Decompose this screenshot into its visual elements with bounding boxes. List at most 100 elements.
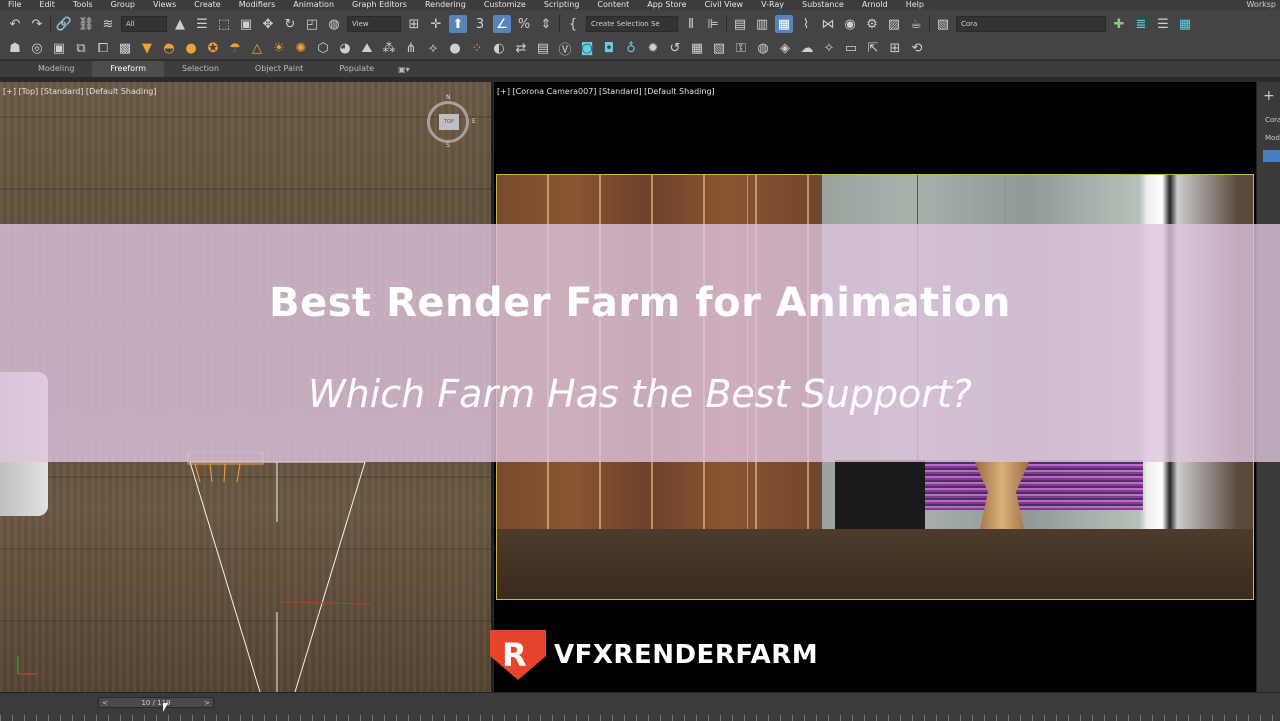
physical-camera-icon[interactable]: ◘ [600,40,618,58]
render-production-icon[interactable]: ☕ [907,15,925,33]
workspace-label[interactable]: Worksp [1246,0,1280,10]
paste-icon[interactable]: ⧠ [94,40,112,58]
tab-object-paint[interactable]: Object Paint [237,61,321,77]
sphere-light-icon[interactable]: ● [182,40,200,58]
camera-frustum[interactable] [180,452,380,692]
menu-substance[interactable]: Substance [794,0,854,10]
rect-selection-icon[interactable]: ⬚ [215,15,233,33]
named-selection-dropdown[interactable]: Create Selection Se [586,16,678,32]
tab-populate[interactable]: Populate [321,61,392,77]
rotate-icon[interactable]: ↻ [281,15,299,33]
bind-space-warp-icon[interactable]: ≋ [99,15,117,33]
percent-snap-icon[interactable]: % [515,15,533,33]
unlink-icon[interactable]: ⛓ [77,15,95,33]
menu-create[interactable]: Create [186,0,231,10]
menu-views[interactable]: Views [145,0,186,10]
stack-icon[interactable]: ☰ [1154,15,1172,33]
grey-sphere-icon[interactable]: ● [446,40,464,58]
menu-modifiers[interactable]: Modifiers [231,0,286,10]
plus-icon[interactable]: ✚ [1110,15,1128,33]
menu-edit[interactable]: Edit [31,0,65,10]
sun-icon[interactable]: ☀ [270,40,288,58]
multi-sphere-icon[interactable]: ⁘ [468,40,486,58]
time-prev-button[interactable]: < [102,699,108,707]
redo-icon[interactable]: ↷ [28,15,46,33]
camera-icon[interactable]: ◙ [578,40,596,58]
material-library-icon[interactable]: ◐ [490,40,508,58]
scene-explorer-icon[interactable]: ▤ [731,15,749,33]
lock-icon[interactable]: ⚿ [732,40,750,58]
camera-box-icon[interactable]: ▣ [50,40,68,58]
scatter-icon[interactable]: ⟡ [424,40,442,58]
timeline-ticks[interactable] [0,715,1280,721]
snaps-toggle-icon[interactable]: 3 [471,15,489,33]
teapot-icon[interactable]: ☗ [6,40,24,58]
menu-content[interactable]: Content [589,0,639,10]
ies-light-icon[interactable]: ☂ [226,40,244,58]
grid-icon[interactable]: ⊞ [886,40,904,58]
spotlight-icon[interactable]: ▼ [138,40,156,58]
link-icon[interactable]: 🔗 [55,15,73,33]
dome-light-icon[interactable]: ◓ [160,40,178,58]
converter-icon[interactable]: ⇄ [512,40,530,58]
light-bulb-icon[interactable]: ✧ [820,40,838,58]
viewcube-face[interactable]: TOP [439,114,459,130]
sphere-icon[interactable]: ◕ [336,40,354,58]
time-next-button[interactable]: > [204,699,210,707]
render-layers-icon[interactable]: ▤ [534,40,552,58]
film-icon[interactable]: ▩ [116,40,134,58]
selection-filter-dropdown[interactable]: All [121,16,167,32]
scale-icon[interactable]: ◰ [303,15,321,33]
rendered-frame-window-icon[interactable]: ▨ [885,15,903,33]
menu-customize[interactable]: Customize [476,0,536,10]
spinner-snap-icon[interactable]: ⇕ [537,15,555,33]
tab-modeling[interactable]: Modeling [20,61,92,77]
menu-tools[interactable]: Tools [65,0,103,10]
align-icon[interactable]: ⊫ [704,15,722,33]
globe-icon[interactable]: ◍ [754,40,772,58]
render-setup-icon[interactable]: ⚙ [863,15,881,33]
angle-snap-icon[interactable]: ∠ [493,15,511,33]
layers-icon[interactable]: ≣ [1132,15,1150,33]
mesh-light-icon[interactable]: △ [248,40,266,58]
viewcube[interactable]: TOP N S E [424,94,476,149]
select-object-icon[interactable]: ▲ [171,15,189,33]
tab-selection[interactable]: Selection [164,61,237,77]
menu-group[interactable]: Group [103,0,145,10]
tab-freeform[interactable]: Freeform [92,61,165,77]
menu-rendering[interactable]: Rendering [417,0,476,10]
schematic-view-icon[interactable]: ⋈ [819,15,837,33]
omni-light-icon[interactable]: ✪ [204,40,222,58]
refresh-icon[interactable]: ↺ [666,40,684,58]
keyboard-shortcut-icon[interactable]: ⬆ [449,15,467,33]
menu-scripting[interactable]: Scripting [536,0,590,10]
gear-sun-icon[interactable]: ✹ [644,40,662,58]
vray-logo-icon[interactable]: Ⓥ [556,40,574,58]
loop-icon[interactable]: ⟲ [908,40,926,58]
proxy-icon[interactable]: ⬡ [314,40,332,58]
select-manipulate-icon[interactable]: ✛ [427,15,445,33]
time-slider[interactable]: < 10 / 119 > [98,697,214,708]
hair-icon[interactable]: ⋔ [402,40,420,58]
move-icon[interactable]: ✥ [259,15,277,33]
export-icon[interactable]: ⇱ [864,40,882,58]
select-by-name-icon[interactable]: ☰ [193,15,211,33]
layer-explorer-icon[interactable]: ▥ [753,15,771,33]
sky-icon[interactable]: ✺ [292,40,310,58]
ribbon-options-icon[interactable]: ▣▾ [398,65,410,74]
viewport-label[interactable]: [+] [Corona Camera007] [Standard] [Defau… [497,87,715,96]
panel-icon[interactable]: ▭ [842,40,860,58]
selected-list-item[interactable] [1263,150,1280,162]
frame-buffer-icon[interactable]: ▦ [688,40,706,58]
menu-help[interactable]: Help [898,0,934,10]
torus-icon[interactable]: ◎ [28,40,46,58]
menu-vray[interactable]: V-Ray [753,0,794,10]
clipper-icon[interactable]: ⛰ [358,40,376,58]
edit-named-selection-icon[interactable]: { [564,15,582,33]
mirror-icon[interactable]: ⫴ [682,15,700,33]
bulb-icon[interactable]: ♁ [622,40,640,58]
fur-icon[interactable]: ⁂ [380,40,398,58]
menu-app-store[interactable]: App Store [639,0,696,10]
texture-icon[interactable]: ▧ [710,40,728,58]
copy-icon[interactable]: ⧉ [72,40,90,58]
